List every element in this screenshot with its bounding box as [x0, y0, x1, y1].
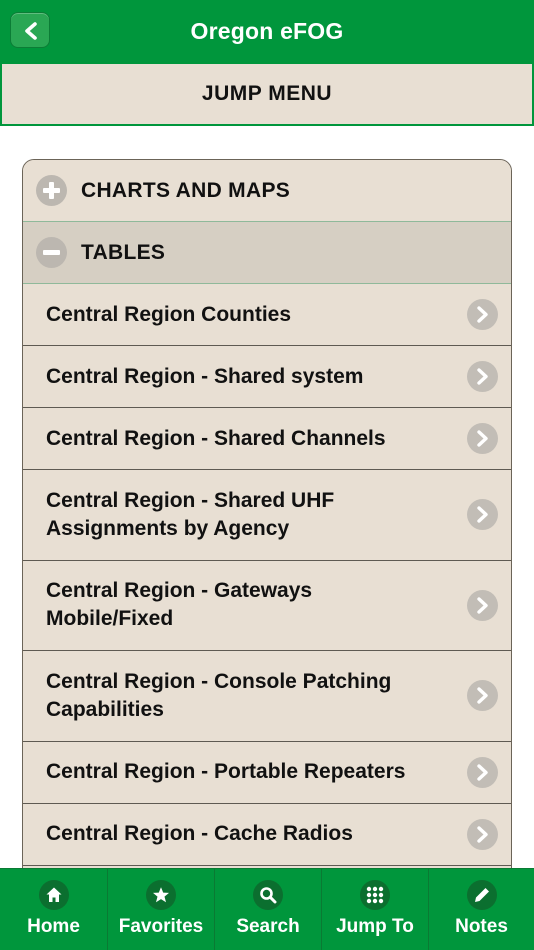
tab-home[interactable]: Home: [0, 869, 108, 950]
chevron-right-icon: [467, 299, 498, 330]
top-bar: Oregon eFOG: [0, 0, 534, 64]
chevron-right-icon: [467, 499, 498, 531]
list-item[interactable]: Central Region - Portable Repeaters: [23, 741, 511, 804]
jump-menu-bar: JUMP MENU: [0, 64, 534, 126]
plus-icon: [36, 175, 67, 206]
jump-menu-title: JUMP MENU: [201, 82, 333, 105]
section-label: TABLES: [81, 241, 166, 264]
list-item-label: Central Region - Portable Repeaters: [46, 760, 406, 783]
grid-icon: [360, 880, 390, 910]
list-item-label: Central Region - Gateways Mobile/Fixed: [46, 579, 313, 631]
section-label: CHARTS AND MAPS: [81, 179, 291, 202]
search-icon: [253, 880, 283, 910]
tab-jump-to[interactable]: Jump To: [322, 869, 429, 950]
list-item[interactable]: Central Region - Shared Channels: [23, 408, 511, 470]
bottom-nav: Home Favorites Search Jump To Notes: [0, 868, 534, 950]
tab-label: Favorites: [118, 916, 204, 937]
minus-icon: [36, 237, 67, 268]
tab-favorites[interactable]: Favorites: [108, 869, 215, 950]
list-item[interactable]: Central Region - Cache Radios: [23, 803, 511, 866]
tab-label: Notes: [455, 916, 508, 937]
tab-label: Jump To: [336, 916, 414, 937]
list-item-label: Central Region - Shared UHF Assignments …: [46, 488, 335, 540]
list-item[interactable]: Central Region - Gateways Mobile/Fixed: [23, 560, 511, 651]
tab-notes[interactable]: Notes: [429, 869, 534, 950]
accordion: CHARTS AND MAPS TABLES Central Region Co…: [22, 159, 512, 919]
tab-search[interactable]: Search: [215, 869, 322, 950]
list-item-label: Central Region - Shared system: [46, 364, 364, 388]
list-item[interactable]: Central Region - Shared system: [23, 346, 511, 408]
section-tables[interactable]: TABLES: [23, 222, 511, 284]
chevron-right-icon: [467, 361, 498, 392]
list-item-label: Central Region - Console Patching Capabi…: [46, 669, 392, 721]
list-item[interactable]: Central Region - Shared UHF Assignments …: [23, 470, 511, 561]
list-item-label: Central Region - Cache Radios: [46, 822, 353, 845]
chevron-right-icon: [467, 423, 498, 454]
tab-label: Home: [27, 916, 80, 937]
tables-list: Central Region Counties Central Region -…: [23, 284, 511, 918]
chevron-right-icon: [467, 680, 498, 712]
list-item[interactable]: Central Region Counties: [23, 284, 511, 346]
list-item-label: Central Region - Shared Channels: [46, 426, 386, 450]
app-root: Oregon eFOG JUMP MENU CHARTS AND MAPS TA…: [0, 0, 534, 950]
list-item-label: Central Region Counties: [46, 302, 292, 326]
chevron-right-icon: [467, 818, 498, 850]
home-icon: [38, 880, 69, 910]
list-item[interactable]: Central Region - Console Patching Capabi…: [23, 651, 511, 742]
chevron-right-icon: [467, 756, 498, 788]
tab-label: Search: [236, 916, 300, 937]
section-charts-and-maps[interactable]: CHARTS AND MAPS: [23, 160, 511, 222]
chevron-right-icon: [467, 589, 498, 621]
star-icon: [146, 880, 176, 910]
app-title: Oregon eFOG: [190, 18, 344, 44]
pencil-icon: [466, 880, 497, 910]
